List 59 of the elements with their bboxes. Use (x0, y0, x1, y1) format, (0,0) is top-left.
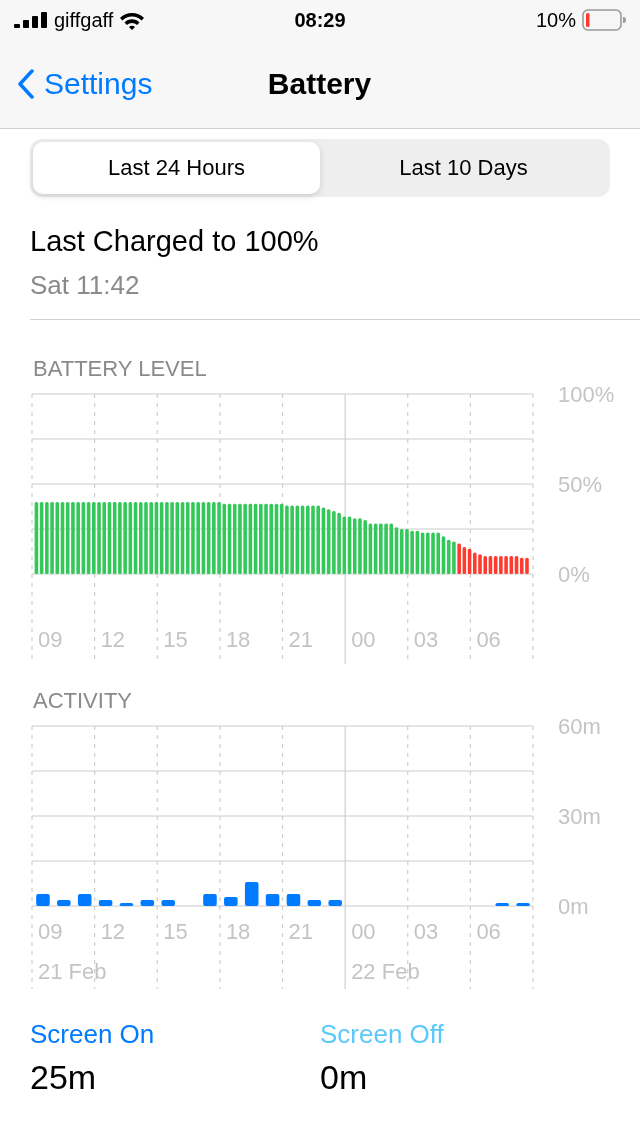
battery-icon (582, 9, 626, 31)
bar (203, 894, 217, 906)
axis-label: 18 (225, 627, 251, 652)
axis-label: 00 (351, 627, 376, 652)
axis-label: 100% (558, 382, 615, 407)
bar (224, 897, 238, 906)
axis-label: 18 (225, 919, 251, 944)
summary-value: 0m (320, 1058, 369, 1097)
bar (161, 900, 175, 906)
axis-label: 09 (38, 919, 63, 944)
axis-label: 12 (100, 919, 126, 944)
segment-tab[interactable]: Last 24 Hours (33, 142, 320, 194)
bar (244, 882, 259, 906)
wifi-icon (119, 10, 146, 30)
bar (77, 894, 92, 906)
signal-icon (14, 12, 48, 28)
axis-label: 50% (558, 472, 603, 497)
bar (286, 894, 301, 906)
bar (265, 894, 280, 906)
summary-label: Screen Off (320, 1019, 445, 1050)
axis-label: 06 (476, 919, 501, 944)
chevron-icon (18, 69, 34, 99)
axis-label: 06 (476, 627, 501, 652)
axis-label: 21 (288, 627, 313, 652)
summary-value: 25m (30, 1058, 98, 1097)
axis-label: 09 (38, 627, 63, 652)
axis-label: 03 (413, 627, 439, 652)
bar (57, 900, 71, 906)
clock: 08:29 (294, 8, 346, 32)
battery-percent: 10% (535, 8, 576, 32)
page-title: Battery (267, 67, 372, 101)
bar (140, 900, 155, 906)
segment-tab[interactable]: Last 10 Days (320, 142, 607, 194)
axis-label: 03 (413, 919, 439, 944)
summary-label: Screen On (30, 1019, 156, 1050)
axis-label: 60m (558, 714, 601, 739)
carrier-name: giffgaff (54, 8, 114, 32)
last-charged-time: Sat 11:42 (30, 270, 141, 301)
axis-label: 21 (288, 919, 313, 944)
section-header: BATTERY LEVEL (32, 356, 208, 382)
axis-label: 30m (558, 804, 601, 829)
axis-label: 0m (558, 894, 589, 919)
axis-label: 12 (100, 627, 126, 652)
axis-label: 15 (163, 919, 188, 944)
bar (36, 894, 50, 906)
last-charged-title: Last Charged to 100% (30, 225, 320, 258)
bar (119, 903, 134, 906)
date-label: 21 Feb (38, 959, 107, 984)
bar (307, 900, 322, 906)
bar (98, 900, 113, 906)
axis-label: 00 (351, 919, 376, 944)
bar (328, 900, 342, 906)
date-label: 22 Feb (351, 959, 420, 984)
axis-label: 15 (163, 627, 188, 652)
section-header: ACTIVITY (32, 688, 133, 714)
bar (516, 903, 530, 906)
axis-label: 0% (558, 562, 590, 587)
bar (495, 903, 509, 906)
back-button[interactable]: Settings (18, 67, 153, 101)
